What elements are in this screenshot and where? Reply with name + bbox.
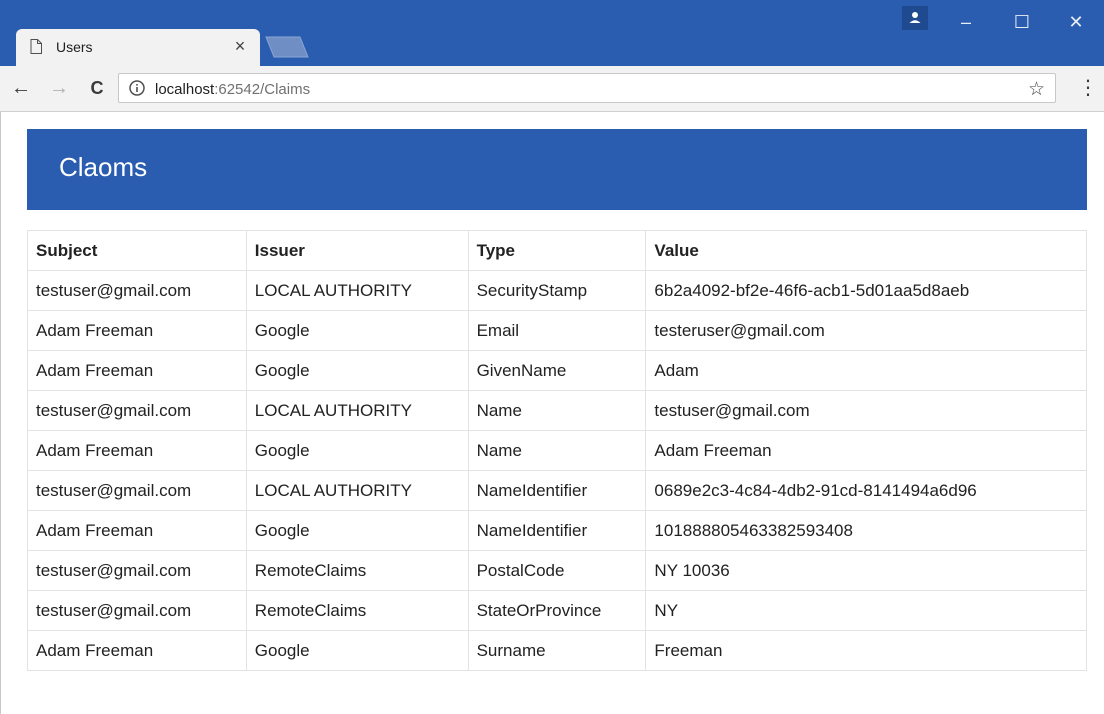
cell-subject: testuser@gmail.com	[27, 590, 247, 631]
tab-close-button[interactable]: ×	[230, 35, 250, 57]
table-row: testuser@gmail.com LOCAL AUTHORITY NameI…	[27, 470, 1087, 511]
cell-subject: Adam Freeman	[27, 510, 247, 551]
cell-issuer: RemoteClaims	[245, 550, 469, 591]
back-button[interactable]: ←	[8, 74, 34, 102]
info-icon[interactable]	[129, 80, 145, 96]
cell-value: testeruser@gmail.com	[645, 310, 1087, 351]
cell-type: NameIdentifier	[467, 510, 647, 551]
table-row: Adam Freeman Google Email testeruser@gma…	[27, 310, 1087, 351]
header-value: Value	[645, 230, 1087, 271]
cell-issuer: LOCAL AUTHORITY	[245, 270, 469, 311]
new-tab-button[interactable]	[264, 36, 310, 58]
url-host: localhost	[155, 81, 215, 98]
cell-type: Surname	[467, 630, 647, 671]
cell-type: StateOrProvince	[467, 590, 647, 631]
cell-subject: Adam Freeman	[27, 310, 247, 351]
url-text[interactable]: localhost:62542/Claims	[155, 81, 310, 98]
maximize-button[interactable]: ☐	[994, 0, 1050, 40]
cell-type: GivenName	[467, 350, 647, 391]
table-row: Adam Freeman Google GivenName Adam	[27, 350, 1087, 391]
forward-button[interactable]: →	[46, 74, 72, 102]
table-row: testuser@gmail.com RemoteClaims StateOrP…	[27, 590, 1087, 631]
cell-issuer: LOCAL AUTHORITY	[245, 470, 469, 511]
cell-type: Name	[467, 430, 647, 471]
cell-issuer: Google	[245, 510, 469, 551]
cell-subject: testuser@gmail.com	[27, 270, 247, 311]
profile-button[interactable]	[902, 6, 928, 30]
cell-value: Freeman	[645, 630, 1087, 671]
page-banner: Claoms	[27, 129, 1087, 210]
cell-subject: testuser@gmail.com	[27, 550, 247, 591]
cell-issuer: LOCAL AUTHORITY	[245, 390, 469, 431]
table-row: Adam Freeman Google NameIdentifier 10188…	[27, 510, 1087, 551]
cell-value: 0689e2c3-4c84-4db2-91cd-8141494a6d96	[645, 470, 1087, 511]
cell-issuer: Google	[245, 350, 469, 391]
menu-icon[interactable]: ⋮	[1078, 74, 1098, 102]
table-row: Adam Freeman Google Surname Freeman	[27, 630, 1087, 671]
url-path: :62542/Claims	[214, 81, 311, 98]
browser-titlebar: Users × – ☐ ✕	[0, 0, 1104, 66]
cell-value: Adam	[645, 350, 1087, 391]
cell-value: 101888805463382593408	[645, 510, 1087, 551]
person-icon	[909, 12, 921, 23]
cell-type: Email	[467, 310, 647, 351]
cell-issuer: Google	[245, 630, 469, 671]
page-content: Claoms Subject Issuer Type Value testuse…	[0, 112, 1104, 714]
address-bar[interactable]: localhost:62542/Claims ☆	[118, 73, 1056, 103]
reload-button[interactable]: C	[84, 74, 110, 102]
cell-subject: Adam Freeman	[27, 630, 247, 671]
page-icon	[30, 39, 42, 54]
browser-toolbar: ← → C localhost:62542/Claims ☆ ⋮	[0, 66, 1104, 112]
cell-value: testuser@gmail.com	[645, 390, 1087, 431]
tab-users[interactable]: Users ×	[16, 29, 260, 66]
cell-subject: testuser@gmail.com	[27, 470, 247, 511]
cell-issuer: Google	[245, 430, 469, 471]
header-subject: Subject	[27, 230, 247, 271]
bookmark-star-icon[interactable]: ☆	[1028, 78, 1045, 101]
header-issuer: Issuer	[245, 230, 469, 271]
minimize-button[interactable]: –	[938, 0, 994, 40]
claims-table: Subject Issuer Type Value testuser@gmail…	[27, 230, 1087, 671]
cell-type: NameIdentifier	[467, 470, 647, 511]
cell-type: PostalCode	[467, 550, 647, 591]
cell-value: 6b2a4092-bf2e-46f6-acb1-5d01aa5d8aeb	[645, 270, 1087, 311]
table-row: Adam Freeman Google Name Adam Freeman	[27, 430, 1087, 471]
cell-value: NY 10036	[645, 550, 1087, 591]
table-row: testuser@gmail.com LOCAL AUTHORITY Secur…	[27, 270, 1087, 311]
cell-issuer: RemoteClaims	[245, 590, 469, 631]
tab-title: Users	[56, 39, 93, 55]
close-window-button[interactable]: ✕	[1048, 0, 1104, 40]
cell-subject: Adam Freeman	[27, 430, 247, 471]
cell-subject: Adam Freeman	[27, 350, 247, 391]
cell-type: Name	[467, 390, 647, 431]
cell-type: SecurityStamp	[467, 270, 647, 311]
cell-subject: testuser@gmail.com	[27, 390, 247, 431]
page-title: Claoms	[59, 152, 148, 182]
table-header-row: Subject Issuer Type Value	[27, 230, 1087, 271]
header-type: Type	[467, 230, 647, 271]
cell-issuer: Google	[245, 310, 469, 351]
table-row: testuser@gmail.com RemoteClaims PostalCo…	[27, 550, 1087, 591]
cell-value: NY	[645, 590, 1087, 631]
cell-value: Adam Freeman	[645, 430, 1087, 471]
table-row: testuser@gmail.com LOCAL AUTHORITY Name …	[27, 390, 1087, 431]
